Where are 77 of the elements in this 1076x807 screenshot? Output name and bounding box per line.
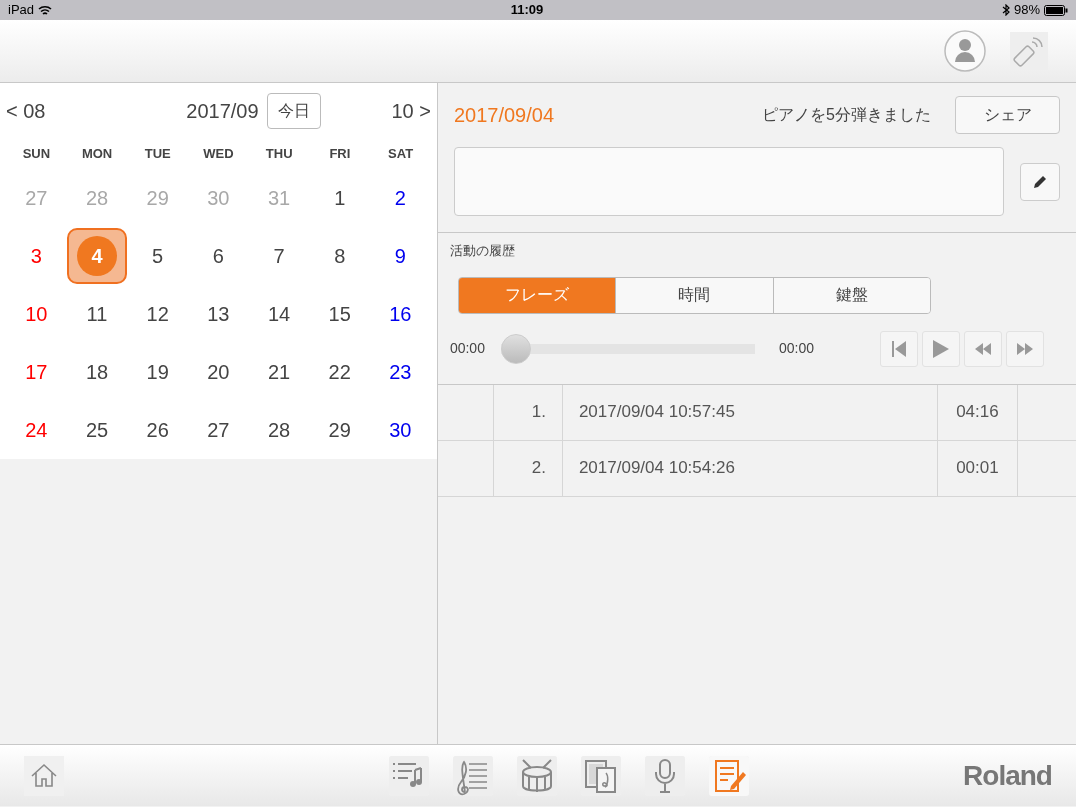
skip-back-button[interactable] bbox=[880, 330, 918, 367]
today-button[interactable]: 今日 bbox=[266, 93, 321, 129]
calendar-day[interactable]: 6 bbox=[188, 228, 249, 284]
play-button[interactable] bbox=[922, 330, 960, 367]
calendar-day[interactable]: 12 bbox=[127, 286, 188, 342]
slider-thumb[interactable] bbox=[500, 333, 531, 364]
calendar-day[interactable]: 14 bbox=[249, 286, 309, 342]
recording-duration: 00:01 bbox=[956, 457, 999, 480]
wireless-remote-icon[interactable] bbox=[1010, 32, 1048, 70]
battery-icon bbox=[1044, 4, 1068, 16]
practice-summary: ピアノを5分弾きました bbox=[762, 105, 931, 125]
calendar-day[interactable]: 8 bbox=[309, 228, 370, 284]
recording-row[interactable]: 1. 2017/09/04 10:57:45 04:16 bbox=[437, 384, 1076, 441]
pencil-icon bbox=[1032, 174, 1048, 191]
edit-button[interactable] bbox=[1020, 162, 1060, 201]
calendar-day[interactable]: 21 bbox=[249, 344, 309, 400]
calendar-day[interactable]: 26 bbox=[127, 402, 188, 458]
fast-forward-icon bbox=[1016, 342, 1034, 355]
weekday-label: WED bbox=[203, 146, 234, 162]
elapsed-time: 00:00 bbox=[449, 339, 485, 358]
rewind-button[interactable] bbox=[964, 330, 1002, 367]
selected-date: 2017/09/04 bbox=[453, 103, 555, 128]
recording-number: 1. bbox=[531, 401, 546, 424]
history-label: 活動の履歴 bbox=[449, 242, 516, 260]
calendar-day[interactable]: 22 bbox=[309, 344, 370, 400]
recording-row[interactable]: 2. 2017/09/04 10:54:26 00:01 bbox=[437, 440, 1076, 497]
weekday-label: MON bbox=[81, 146, 113, 162]
status-time: 11:09 bbox=[510, 1, 544, 20]
notebook-pencil-icon[interactable] bbox=[708, 755, 749, 796]
fast-forward-button[interactable] bbox=[1006, 330, 1044, 367]
play-icon bbox=[932, 338, 950, 359]
calendar-day[interactable]: 1 bbox=[309, 170, 370, 226]
calendar-day[interactable]: 7 bbox=[249, 228, 309, 284]
battery-percent: 98% bbox=[1013, 1, 1040, 20]
calendar-day[interactable]: 5 bbox=[127, 228, 188, 284]
month-title: 2017/09 bbox=[186, 99, 259, 124]
calendar-day[interactable]: 3 bbox=[6, 228, 67, 284]
calendar-day[interactable]: 16 bbox=[370, 286, 431, 342]
weekday-label: SUN bbox=[22, 146, 51, 162]
calendar-day[interactable]: 18 bbox=[67, 344, 127, 400]
calendar-day[interactable]: 15 bbox=[309, 286, 370, 342]
calendar-day[interactable]: 11 bbox=[67, 286, 127, 342]
segment-tab[interactable]: 鍵盤 bbox=[773, 277, 930, 313]
calendar-day[interactable]: 30 bbox=[370, 402, 431, 458]
recording-datetime: 2017/09/04 10:57:45 bbox=[578, 401, 735, 424]
brand-logo: Roland bbox=[963, 758, 1052, 793]
calendar-day[interactable]: 27 bbox=[188, 402, 249, 458]
weekday-label: TUE bbox=[144, 146, 171, 162]
calendar-day[interactable]: 10 bbox=[6, 286, 67, 342]
calendar-day[interactable]: 28 bbox=[249, 402, 309, 458]
user-avatar-icon[interactable] bbox=[944, 30, 986, 72]
calendar-day[interactable]: 13 bbox=[188, 286, 249, 342]
skip-back-icon bbox=[891, 339, 907, 358]
weekday-label: THU bbox=[265, 146, 293, 162]
calendar-day[interactable]: 29 bbox=[309, 402, 370, 458]
device-name: iPad bbox=[8, 1, 35, 20]
share-button[interactable]: シェア bbox=[955, 96, 1060, 134]
calendar-day[interactable]: 25 bbox=[67, 402, 127, 458]
wifi-icon bbox=[38, 4, 53, 16]
calendar-day[interactable]: 24 bbox=[6, 402, 67, 458]
calendar-day[interactable]: 9 bbox=[370, 228, 431, 284]
rewind-icon bbox=[974, 342, 992, 355]
next-month-link[interactable]: 10 > bbox=[391, 96, 431, 126]
previous-month-link[interactable]: < 08 bbox=[6, 96, 46, 126]
calendar-day[interactable]: 19 bbox=[127, 344, 188, 400]
total-time: 00:00 bbox=[778, 339, 814, 358]
weekday-label: SAT bbox=[388, 146, 414, 162]
weekday-label: FRI bbox=[329, 146, 351, 162]
segment-tab[interactable]: 時間 bbox=[616, 277, 774, 313]
bluetooth-icon bbox=[1001, 4, 1010, 16]
recording-datetime: 2017/09/04 10:54:26 bbox=[578, 457, 735, 480]
recording-number: 2. bbox=[531, 457, 546, 480]
calendar-day[interactable]: 2 bbox=[370, 170, 431, 226]
calendar-day[interactable]: 17 bbox=[6, 344, 67, 400]
calendar-day[interactable]: 23 bbox=[370, 344, 431, 400]
recording-duration: 04:16 bbox=[956, 401, 999, 424]
calendar-day[interactable]: 20 bbox=[188, 344, 249, 400]
